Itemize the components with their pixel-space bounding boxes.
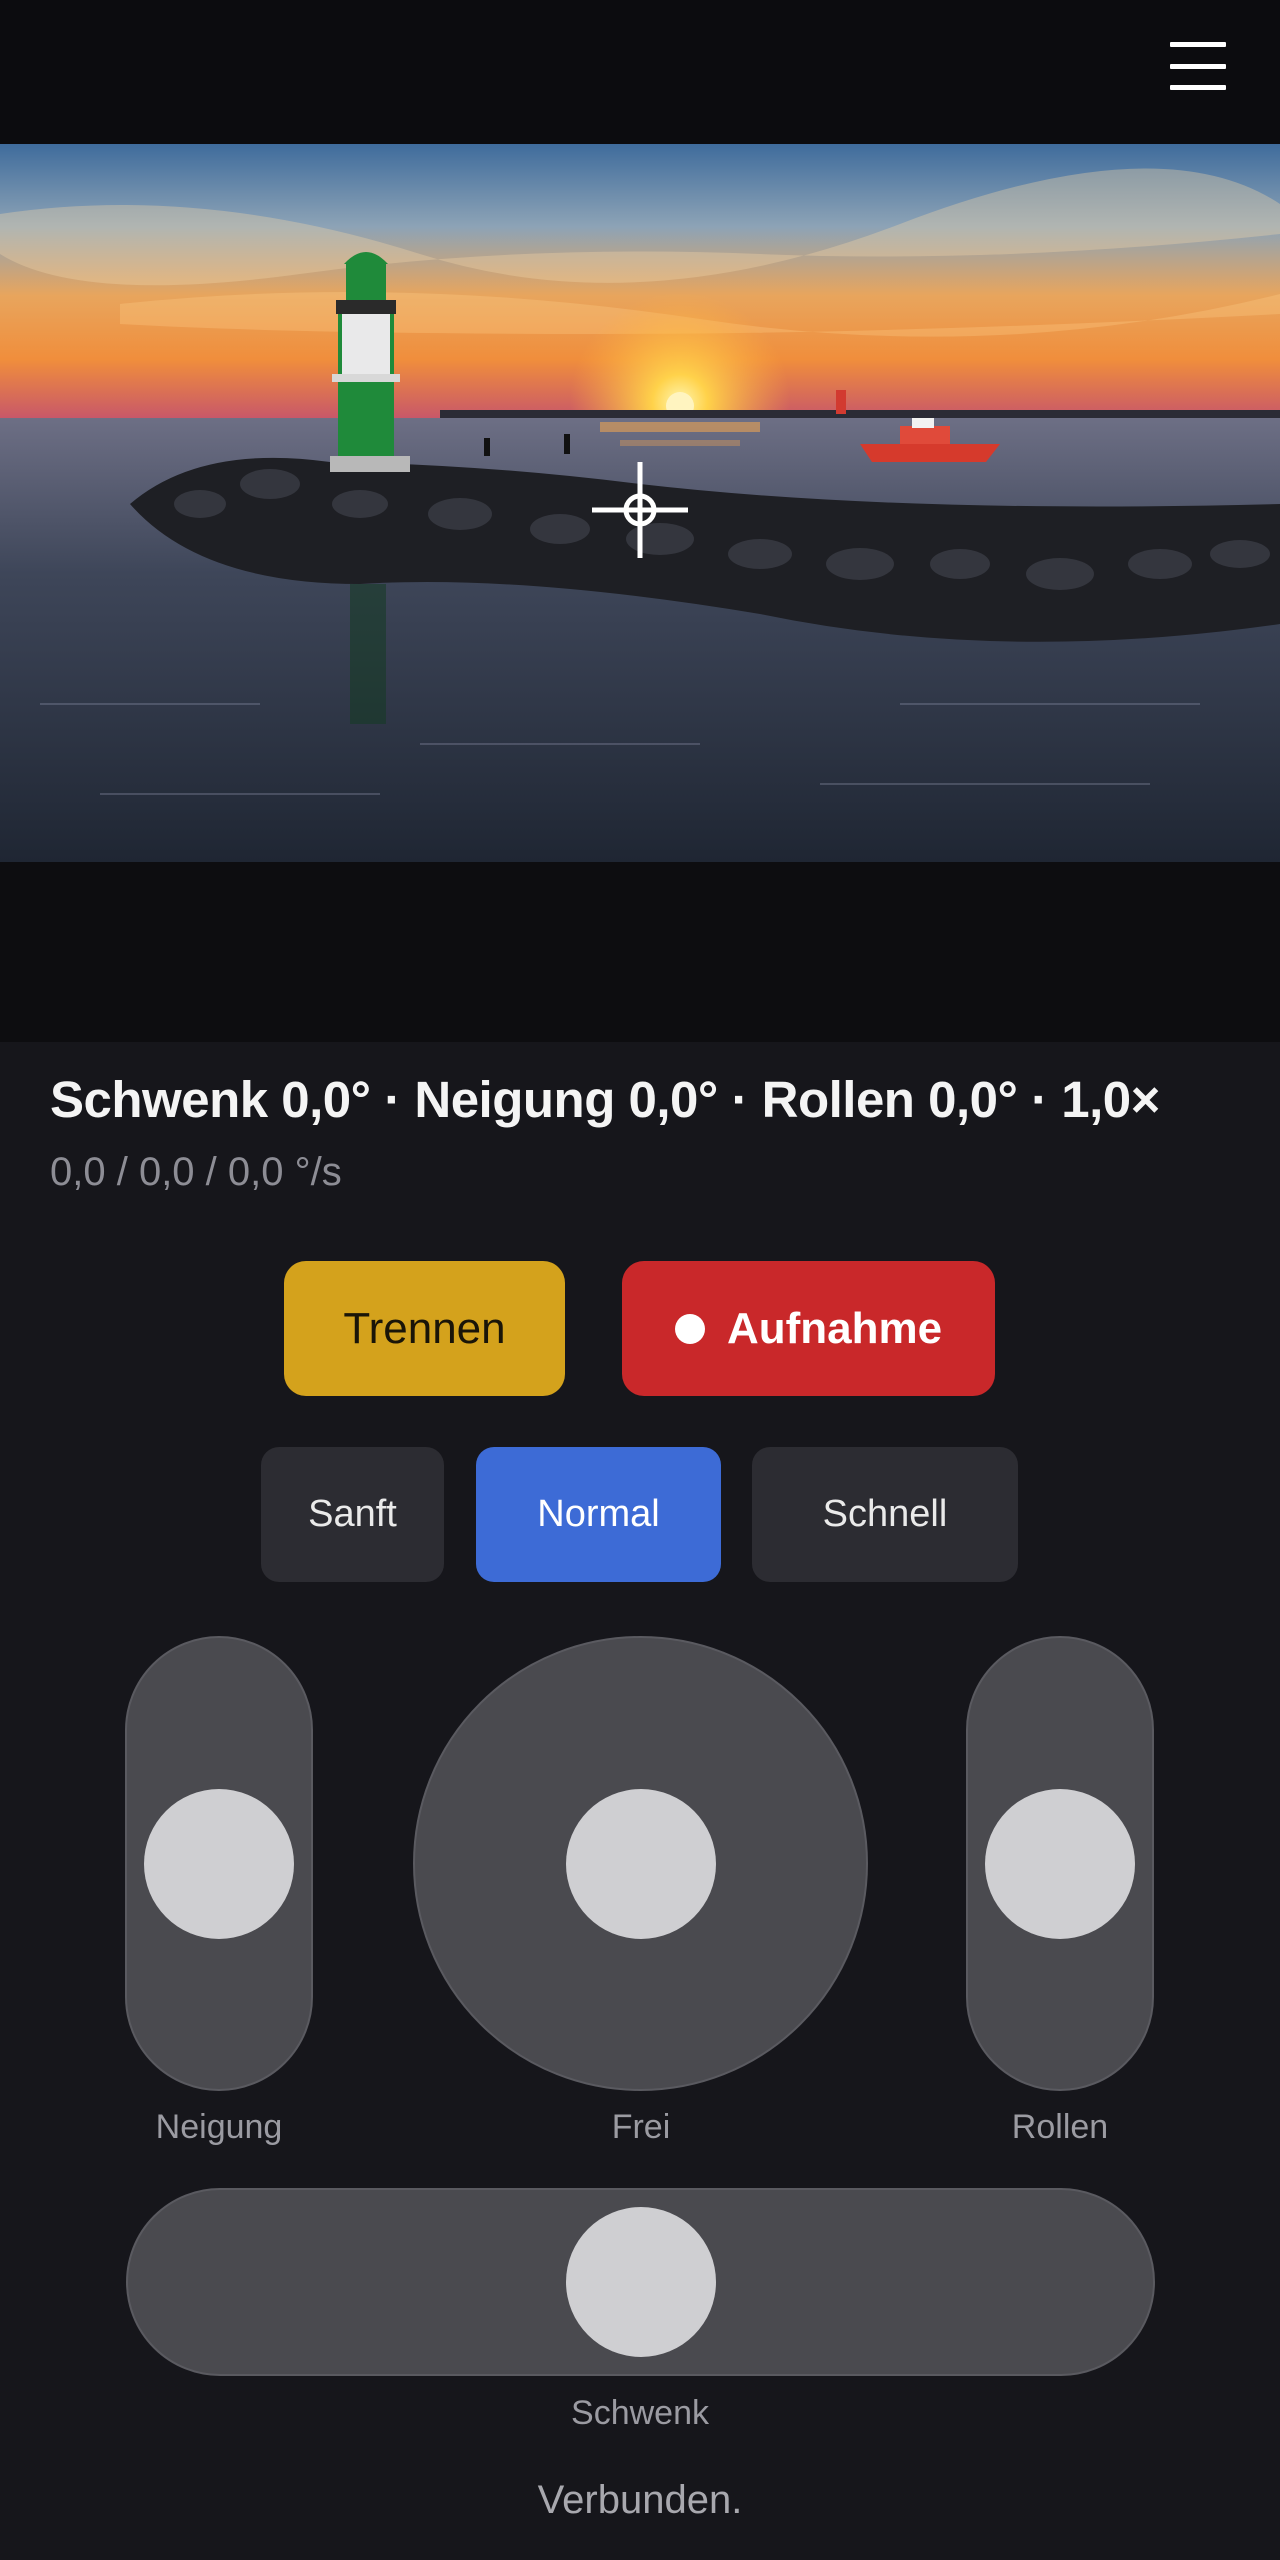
camera-preview[interactable]	[0, 144, 1280, 862]
record-button[interactable]: Aufnahme	[622, 1261, 995, 1396]
speed-mode-fast[interactable]: Schnell	[752, 1447, 1018, 1582]
tilt-knob[interactable]	[144, 1789, 294, 1939]
speed-mode-label: Sanft	[308, 1493, 397, 1535]
roll-label: Rollen	[1011, 2108, 1109, 2146]
pan-knob[interactable]	[566, 2207, 716, 2357]
disconnect-button[interactable]: Trennen	[284, 1261, 565, 1396]
speed-mode-label: Normal	[537, 1493, 660, 1535]
orientation-readout: Schwenk 0,0° · Neigung 0,0° · Rollen 0,0…	[50, 1071, 1160, 1128]
roll-knob[interactable]	[985, 1789, 1135, 1939]
menu-icon[interactable]	[1170, 38, 1226, 94]
speed-mode-gentle[interactable]: Sanft	[261, 1447, 444, 1582]
free-label: Frei	[611, 2108, 671, 2146]
top-bar	[0, 0, 1280, 144]
speed-mode-normal[interactable]: Normal	[476, 1447, 721, 1582]
tilt-label: Neigung	[155, 2108, 283, 2146]
record-label: Aufnahme	[726, 1303, 943, 1353]
connection-status: Verbunden.	[537, 2478, 743, 2522]
speed-mode-label: Schnell	[822, 1493, 948, 1535]
record-dot-icon	[674, 1313, 705, 1344]
crosshair-icon	[592, 462, 688, 558]
pan-label: Schwenk	[571, 2394, 709, 2432]
disconnect-label: Trennen	[343, 1303, 506, 1353]
preview-spacer	[0, 862, 1280, 1042]
rate-readout: 0,0 / 0,0 / 0,0 °/s	[50, 1150, 342, 1194]
free-joystick-knob[interactable]	[566, 1789, 716, 1939]
